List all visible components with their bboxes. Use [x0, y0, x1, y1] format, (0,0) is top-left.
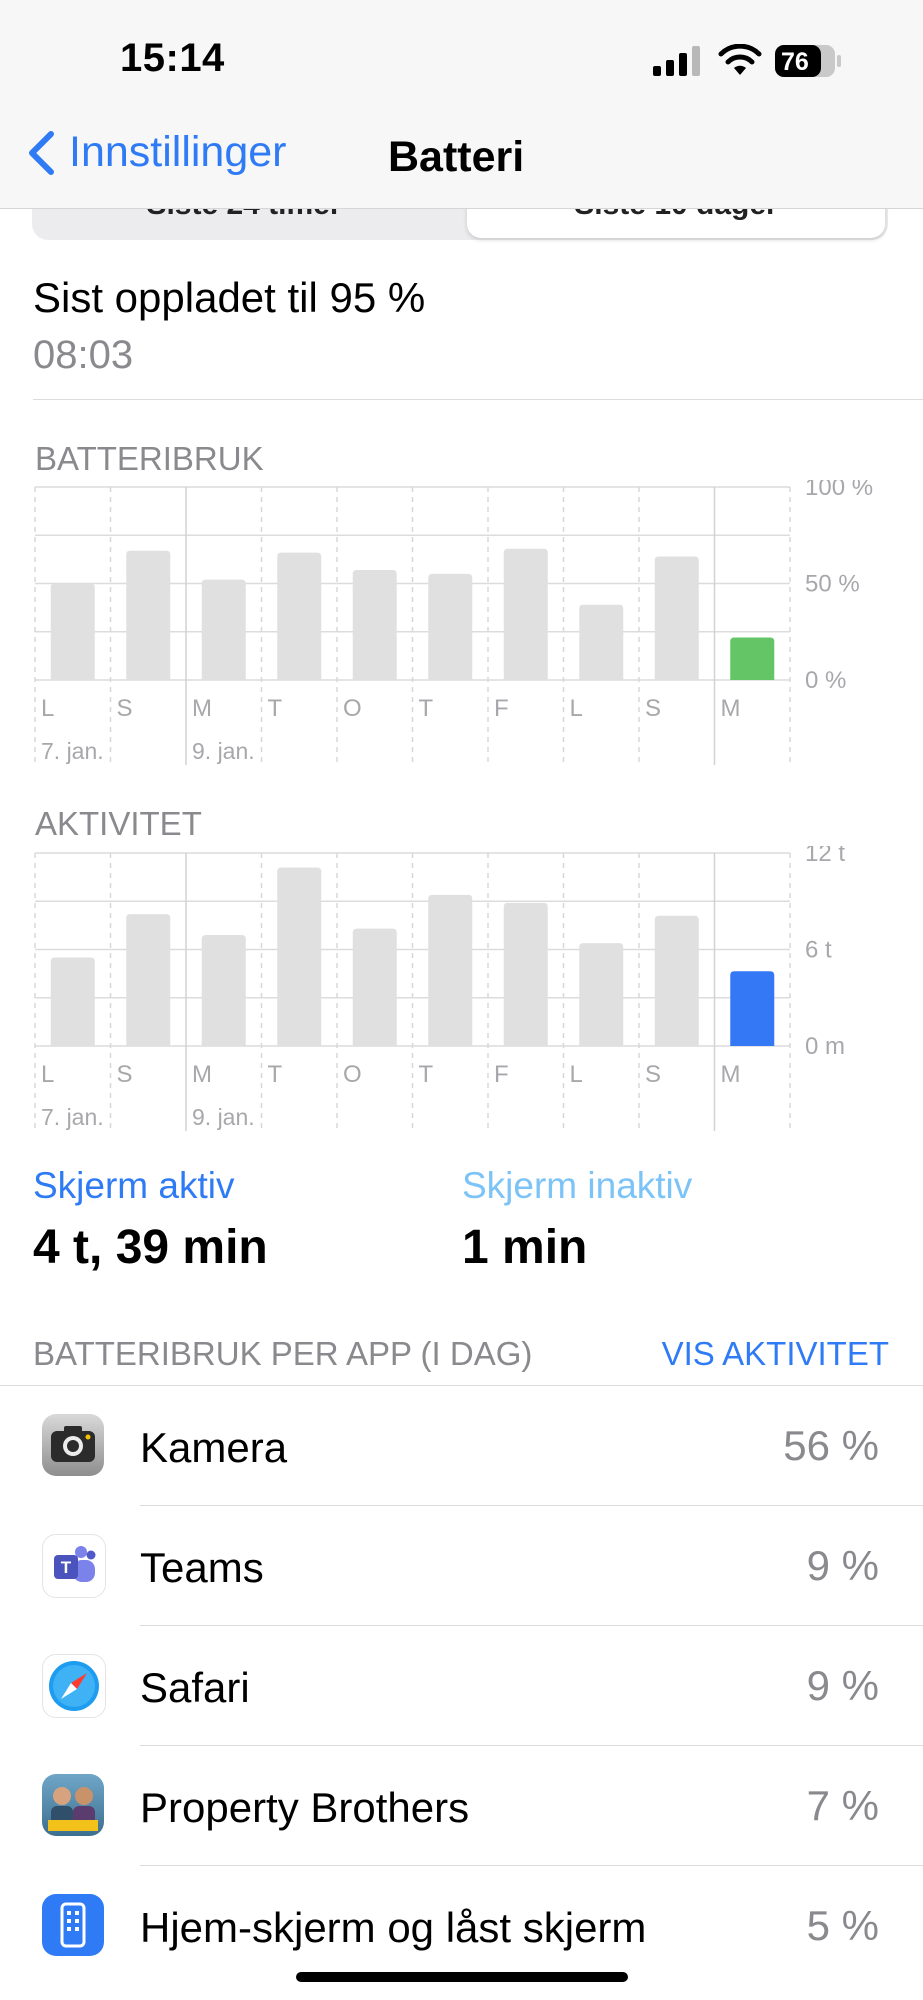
app-name: Safari [140, 1664, 250, 1711]
battery-usage-title: BATTERIBRUK [35, 440, 264, 477]
x-tick-label: T [268, 1061, 283, 1088]
app-row-teams[interactable]: T Teams 9 % [0, 1506, 923, 1626]
bar [654, 915, 699, 1046]
bar [352, 569, 397, 680]
camera-icon [42, 1414, 104, 1476]
screen-inactive-value: 1 min [462, 1221, 588, 1274]
x-tick-label: L [570, 695, 583, 722]
app-usage-header: BATTERIBRUK PER APP (I DAG) [33, 1335, 533, 1372]
x-tick-label: O [343, 1061, 362, 1088]
y-tick-label: 50 % [805, 571, 860, 598]
show-activity-link[interactable]: VIS AKTIVITET [662, 1335, 889, 1373]
date-label: 9. jan. [192, 1104, 255, 1130]
x-tick-label: O [343, 695, 362, 722]
bar [352, 928, 397, 1046]
chevron-left-icon [29, 130, 54, 175]
last-charged-title: Sist oppladet til 95 % [33, 274, 426, 321]
activity-title: AKTIVITET [35, 805, 202, 842]
x-tick-label: L [41, 1061, 54, 1088]
bar [126, 914, 171, 1046]
app-name: Teams [140, 1544, 264, 1591]
home-indicator [296, 1972, 628, 1982]
y-tick-label: 12 t [805, 846, 845, 867]
app-name: Hjem-skjerm og låst skjerm [140, 1904, 647, 1951]
screen-active-label: Skjerm aktiv [33, 1165, 235, 1206]
battery-usage-chart: L S M T O T F L S M 7. jan. 9. jan. 100 % 50 % 0 % [34, 480, 873, 765]
app-percent: 5 % [806, 1902, 879, 1949]
screen-active-value: 4 t, 39 min [33, 1221, 268, 1274]
x-tick-label: T [419, 695, 434, 722]
x-tick-label: T [268, 695, 283, 722]
app-percent: 56 % [783, 1422, 879, 1469]
bar [503, 548, 548, 680]
bar [579, 604, 624, 680]
bar [579, 943, 624, 1046]
date-label: 7. jan. [41, 738, 104, 764]
battery-percent: 76 [781, 48, 809, 76]
app-row-kamera[interactable]: Kamera 56 % [0, 1386, 923, 1506]
status-time: 15:14 [120, 36, 225, 80]
y-tick-label: 6 t [805, 937, 832, 964]
bar [428, 894, 473, 1046]
app-row-safari[interactable]: Safari 9 % [0, 1626, 923, 1746]
x-tick-label: T [419, 1061, 434, 1088]
bar [277, 552, 322, 680]
teams-icon: T [42, 1534, 106, 1598]
bar [50, 583, 95, 680]
app-percent: 9 % [806, 1542, 879, 1589]
x-tick-label: F [494, 1061, 509, 1088]
bar-today [730, 971, 775, 1046]
svg-text:T: T [61, 1558, 72, 1577]
page-title: Batteri [388, 133, 525, 181]
x-tick-label: S [117, 695, 133, 722]
x-tick-label: L [41, 695, 54, 722]
x-tick-label: S [645, 1061, 661, 1088]
x-tick-label: M [721, 695, 741, 722]
battery-icon: 76 [775, 45, 841, 77]
bar-today [730, 637, 775, 680]
app-row-home-screen[interactable]: Hjem-skjerm og låst skjerm 5 % [0, 1866, 923, 1986]
app-percent: 9 % [806, 1662, 879, 1709]
divider [33, 399, 923, 400]
app-percent: 7 % [806, 1782, 879, 1829]
x-tick-label: L [570, 1061, 583, 1088]
app-row-property-brothers[interactable]: Property Brothers 7 % [0, 1746, 923, 1866]
x-tick-label: M [192, 1061, 212, 1088]
y-tick-label: 0 m [805, 1033, 845, 1060]
x-tick-label: S [117, 1061, 133, 1088]
wifi-icon [718, 44, 762, 75]
x-tick-label: S [645, 695, 661, 722]
bar [201, 935, 246, 1046]
x-tick-label: M [192, 695, 212, 722]
x-tick-label: M [721, 1061, 741, 1088]
x-tick-label: F [494, 695, 509, 722]
date-label: 9. jan. [192, 738, 255, 764]
bar [50, 957, 95, 1046]
y-tick-label: 0 % [805, 667, 846, 694]
date-label: 7. jan. [41, 1104, 104, 1130]
bar [503, 902, 548, 1046]
safari-icon [42, 1654, 106, 1718]
activity-chart: L S M T O T F L S M 7. jan. 9. jan. 12 t 6 t 0 m [34, 846, 845, 1131]
bar [126, 550, 171, 680]
back-button[interactable]: Innstillinger [25, 128, 287, 177]
home-screen-icon [42, 1894, 104, 1956]
bar [201, 579, 246, 680]
bar [277, 867, 322, 1046]
app-name: Property Brothers [140, 1784, 470, 1831]
property-brothers-icon [42, 1774, 104, 1836]
screen-inactive-label: Skjerm inaktiv [462, 1165, 693, 1206]
cellular-signal-icon [653, 46, 700, 76]
bar [654, 556, 699, 680]
navigation-header: 15:14 76 Innstillinger Batteri [0, 0, 923, 209]
last-charged-time: 08:03 [33, 333, 134, 377]
y-tick-label: 100 % [805, 480, 873, 501]
bar [428, 573, 473, 680]
back-label: Innstillinger [69, 128, 287, 176]
app-name: Kamera [140, 1424, 288, 1471]
